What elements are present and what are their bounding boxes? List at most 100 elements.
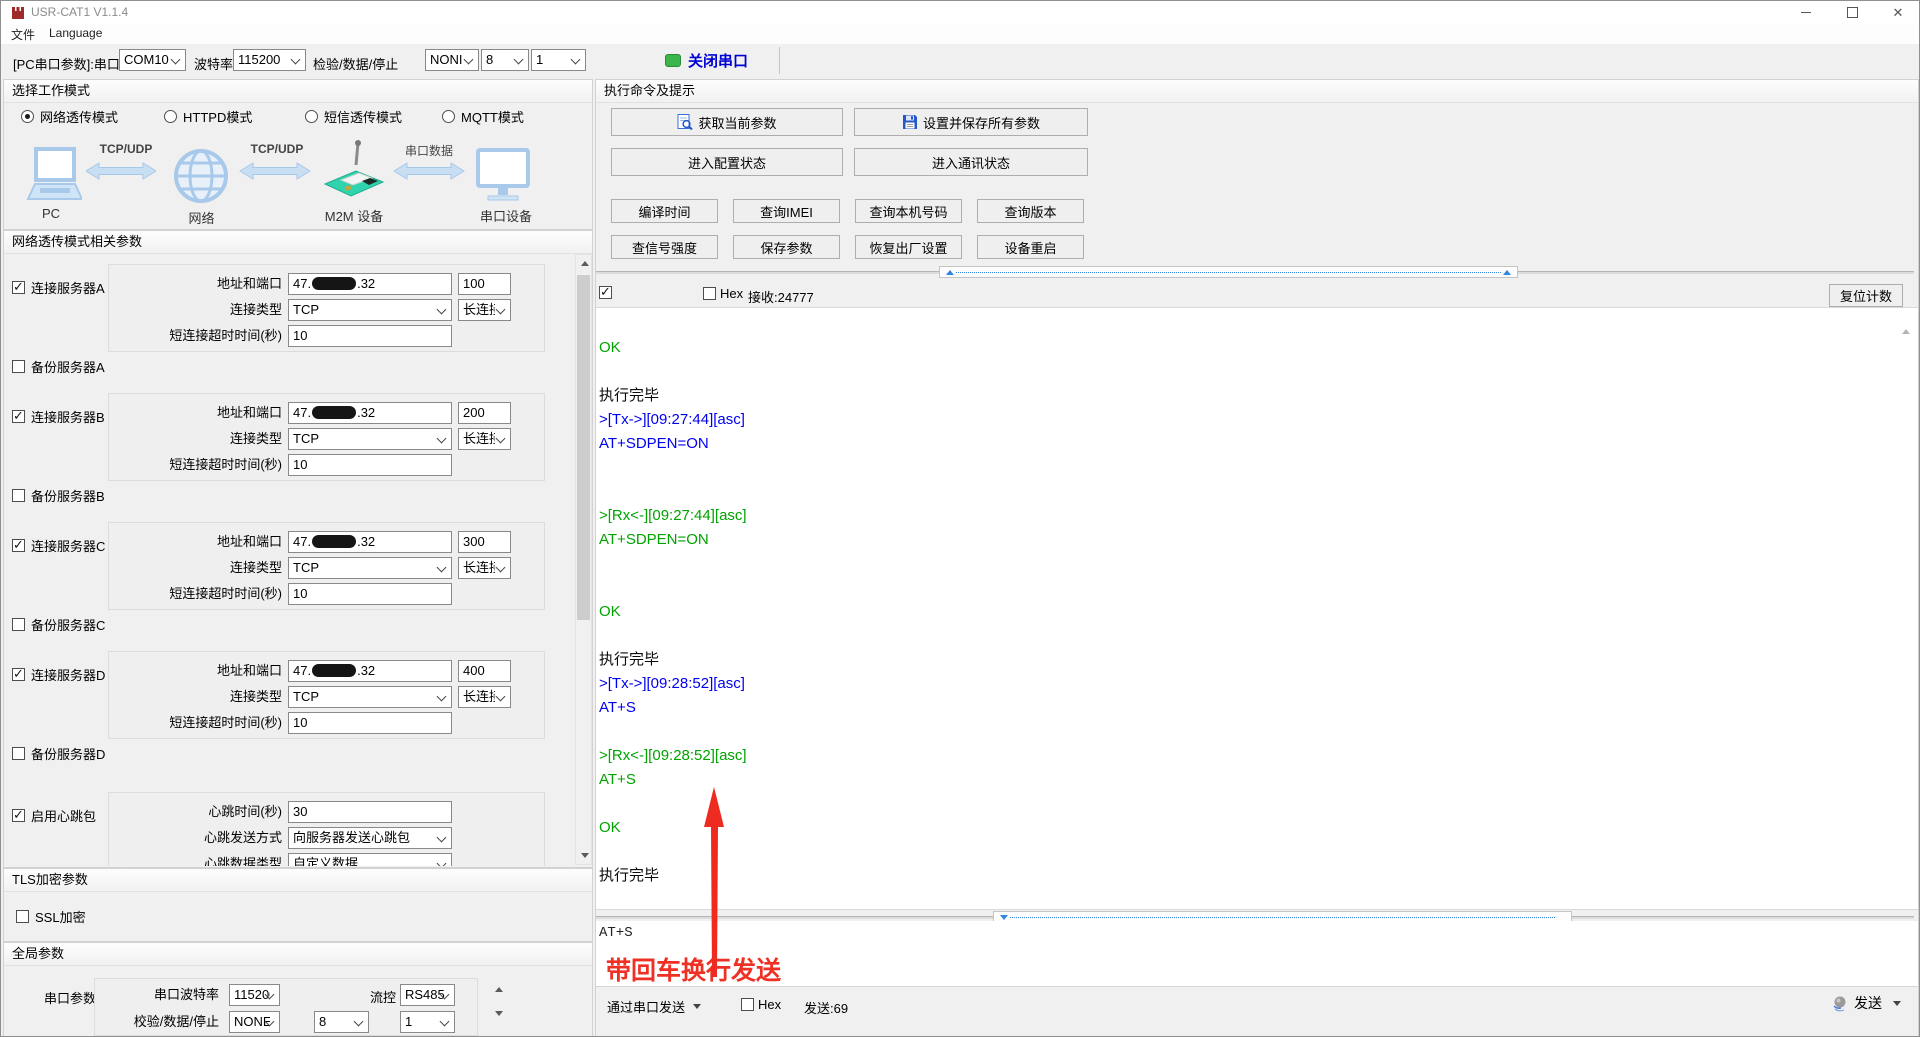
connection-type-select[interactable]: TCP <box>288 299 452 321</box>
scrollbar-thumb[interactable] <box>577 275 590 620</box>
radio-icon[interactable] <box>164 109 177 123</box>
enter-config-button[interactable]: 进入配置状态 <box>611 148 843 176</box>
work-mode-option[interactable]: 短信透传模式 <box>305 107 442 126</box>
send-input-text[interactable]: AT+S <box>599 925 633 941</box>
minimize-button[interactable] <box>1783 1 1829 24</box>
checkbox-icon[interactable] <box>12 666 25 682</box>
port-input[interactable]: 200 <box>458 402 511 424</box>
log-output-area[interactable]: OK 执行完毕 >[Tx->][09:27:44][asc] AT+SDPEN=… <box>596 307 1918 910</box>
maximize-button[interactable] <box>1829 1 1875 24</box>
send-via-serial-dropdown[interactable]: 通过串口发送 <box>607 997 702 1016</box>
log-hex-checkbox[interactable]: Hex <box>703 286 743 301</box>
timeout-input[interactable]: 10 <box>288 325 452 347</box>
close-port-button[interactable]: 关闭串口 <box>665 50 748 71</box>
set-save-params-button[interactable]: 设置并保存所有参数 <box>854 108 1088 136</box>
backup-server-checkbox[interactable]: 备份服务器A <box>12 357 105 376</box>
collapse-arrow-icon[interactable] <box>1503 270 1511 275</box>
backup-server-checkbox[interactable]: 备份服务器C <box>12 615 105 634</box>
scroll-up-icon[interactable] <box>1902 314 1910 334</box>
command-button[interactable]: 保存参数 <box>733 235 840 259</box>
address-input[interactable]: 47. .32 <box>288 660 452 682</box>
command-button[interactable]: 编译时间 <box>611 199 718 223</box>
menu-file[interactable]: 文件 <box>11 26 35 43</box>
checkbox-icon[interactable] <box>703 287 716 300</box>
timeout-input[interactable]: 10 <box>288 712 452 734</box>
command-button[interactable]: 设备重启 <box>977 235 1084 259</box>
scroll-up-icon[interactable] <box>490 981 508 997</box>
scroll-down-icon[interactable] <box>576 847 593 864</box>
command-button[interactable]: 恢复出厂设置 <box>855 235 962 259</box>
command-button[interactable]: 查询版本 <box>977 199 1084 223</box>
address-input[interactable]: 47. .32 <box>288 402 452 424</box>
keepalive-select[interactable]: 长连接 <box>458 557 511 579</box>
timeout-input[interactable]: 10 <box>288 454 452 476</box>
close-button[interactable]: ✕ <box>1875 1 1919 24</box>
checkbox-icon[interactable] <box>12 279 25 295</box>
checkbox-icon[interactable] <box>12 489 25 502</box>
checkbox-icon[interactable] <box>741 998 754 1011</box>
heartbeat-time-input[interactable]: 30 <box>288 801 452 823</box>
reset-count-button[interactable]: 复位计数 <box>1829 284 1903 307</box>
get-params-button[interactable]: 获取当前参数 <box>611 108 843 136</box>
checkbox-icon[interactable] <box>16 910 29 923</box>
radio-icon[interactable] <box>442 109 455 123</box>
baud-select[interactable]: 115200 <box>233 49 306 71</box>
port-input[interactable]: 300 <box>458 531 511 553</box>
server-enable-checkbox[interactable]: 连接服务器C <box>12 536 105 555</box>
command-button[interactable]: 查询本机号码 <box>855 199 962 223</box>
menu-language[interactable]: Language <box>49 26 102 40</box>
scroll-up-icon[interactable] <box>576 255 593 272</box>
collapse-arrow-icon[interactable] <box>946 270 954 275</box>
ssl-checkbox[interactable]: SSL加密 <box>16 907 86 926</box>
collapse-arrow-icon[interactable] <box>1000 915 1008 920</box>
radio-icon[interactable] <box>21 109 34 123</box>
databits-select[interactable]: 8 <box>481 49 529 71</box>
keepalive-select[interactable]: 长连接 <box>458 686 511 708</box>
heartbeat-type-select[interactable]: 自定义数据 <box>288 853 452 866</box>
timeout-input[interactable]: 10 <box>288 583 452 605</box>
com-port-select[interactable]: COM10 <box>119 49 186 71</box>
global-parity-select[interactable]: NONE <box>229 1011 280 1033</box>
checkbox-icon[interactable] <box>599 284 612 300</box>
send-button[interactable]: 发送 <box>1831 993 1901 1013</box>
global-stopbits-select[interactable]: 1 <box>400 1011 455 1033</box>
server-enable-checkbox[interactable]: 连接服务器D <box>12 665 105 684</box>
work-mode-option[interactable]: HTTPD模式 <box>164 107 305 126</box>
heartbeat-enable-checkbox[interactable]: 启用心跳包 <box>12 806 96 825</box>
parity-select[interactable]: NONI <box>425 49 479 71</box>
connection-type-select[interactable]: TCP <box>288 557 452 579</box>
checkbox-icon[interactable] <box>12 360 25 373</box>
work-mode-option[interactable]: MQTT模式 <box>442 107 524 126</box>
splitter-collapse-strip[interactable] <box>939 266 1518 278</box>
global-baud-select[interactable]: 115200 <box>229 984 280 1006</box>
scroll-down-icon[interactable] <box>490 1005 508 1021</box>
splitter-groove[interactable] <box>596 916 993 919</box>
flow-control-select[interactable]: RS485 <box>400 984 455 1006</box>
keepalive-select[interactable]: 长连接 <box>458 299 511 321</box>
checkbox-icon[interactable] <box>12 807 25 823</box>
timestamp-checkbox[interactable] <box>599 284 618 300</box>
send-hex-checkbox[interactable]: Hex <box>741 997 781 1012</box>
net-params-scrollbar[interactable] <box>575 254 592 865</box>
server-enable-checkbox[interactable]: 连接服务器A <box>12 278 105 297</box>
global-databits-select[interactable]: 8 <box>314 1011 369 1033</box>
port-input[interactable]: 100 <box>458 273 511 295</box>
checkbox-icon[interactable] <box>12 747 25 760</box>
backup-server-checkbox[interactable]: 备份服务器D <box>12 744 105 763</box>
address-input[interactable]: 47. .32 <box>288 531 452 553</box>
port-input[interactable]: 400 <box>458 660 511 682</box>
splitter-groove[interactable] <box>1572 916 1914 919</box>
work-mode-option[interactable]: 网络透传模式 <box>21 107 164 126</box>
server-enable-checkbox[interactable]: 连接服务器B <box>12 407 105 426</box>
command-button[interactable]: 查信号强度 <box>611 235 718 259</box>
connection-type-select[interactable]: TCP <box>288 686 452 708</box>
backup-server-checkbox[interactable]: 备份服务器B <box>12 486 105 505</box>
connection-type-select[interactable]: TCP <box>288 428 452 450</box>
enter-comm-button[interactable]: 进入通讯状态 <box>854 148 1088 176</box>
command-button[interactable]: 查询IMEI <box>733 199 840 223</box>
checkbox-icon[interactable] <box>12 618 25 631</box>
checkbox-icon[interactable] <box>12 537 25 553</box>
radio-icon[interactable] <box>305 109 318 123</box>
checkbox-icon[interactable] <box>12 408 25 424</box>
keepalive-select[interactable]: 长连接 <box>458 428 511 450</box>
